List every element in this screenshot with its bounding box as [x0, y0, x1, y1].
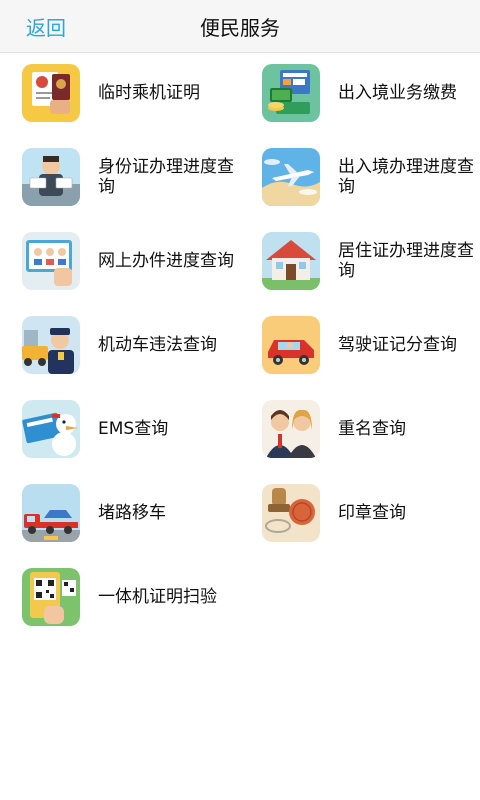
service-item-label: 堵路移车 — [98, 503, 166, 523]
service-item-label: 临时乘机证明 — [98, 83, 200, 103]
people-icon — [262, 400, 320, 458]
service-item-online-progress[interactable]: 网上办件进度查询 — [22, 232, 252, 296]
service-item-label: 居住证办理进度查询 — [338, 241, 474, 281]
qr-scan-icon — [22, 568, 80, 626]
car-icon — [262, 316, 320, 374]
service-item-seal[interactable]: 印章查询 — [262, 484, 480, 548]
service-item-label: 出入境办理进度查询 — [338, 157, 474, 197]
service-item-duplicate-name[interactable]: 重名查询 — [262, 400, 480, 464]
service-item-scan-verify[interactable]: 一体机证明扫验 — [22, 568, 252, 632]
service-item-payment[interactable]: 出入境业务缴费 — [262, 64, 480, 128]
service-item-license-points[interactable]: 驾驶证记分查询 — [262, 316, 480, 380]
service-item-label: EMS查询 — [98, 419, 169, 439]
airplane-icon — [262, 148, 320, 206]
service-item-ems[interactable]: EMS查询 — [22, 400, 252, 464]
service-item-label: 重名查询 — [338, 419, 406, 439]
online-service-icon — [22, 232, 80, 290]
service-item-label: 一体机证明扫验 — [98, 587, 217, 607]
police-icon — [22, 316, 80, 374]
id-card-icon — [22, 148, 80, 206]
service-item-label: 印章查询 — [338, 503, 406, 523]
service-item-label: 出入境业务缴费 — [338, 83, 457, 103]
service-item-label: 机动车违法查询 — [98, 335, 217, 355]
ems-icon — [22, 400, 80, 458]
service-item-label: 驾驶证记分查询 — [338, 335, 457, 355]
service-item-id-card[interactable]: 身份证办理进度查询 — [22, 148, 252, 212]
service-item-label: 网上办件进度查询 — [98, 251, 234, 271]
service-item-vehicle-violation[interactable]: 机动车违法查询 — [22, 316, 252, 380]
page-title: 便民服务 — [200, 16, 280, 40]
service-item-label: 身份证办理进度查询 — [98, 157, 234, 197]
boarding-certificate-icon — [22, 64, 80, 122]
service-item-exit-entry-progress[interactable]: 出入境办理进度查询 — [262, 148, 480, 212]
header-bar: 返回 便民服务 — [0, 0, 480, 53]
tow-truck-icon — [22, 484, 80, 542]
service-item-residence-permit[interactable]: 居住证办理进度查询 — [262, 232, 480, 296]
payment-icon — [262, 64, 320, 122]
stamp-icon — [262, 484, 320, 542]
house-icon — [262, 232, 320, 290]
service-item-move-car[interactable]: 堵路移车 — [22, 484, 252, 548]
service-item-boarding-certificate[interactable]: 临时乘机证明 — [22, 64, 252, 128]
